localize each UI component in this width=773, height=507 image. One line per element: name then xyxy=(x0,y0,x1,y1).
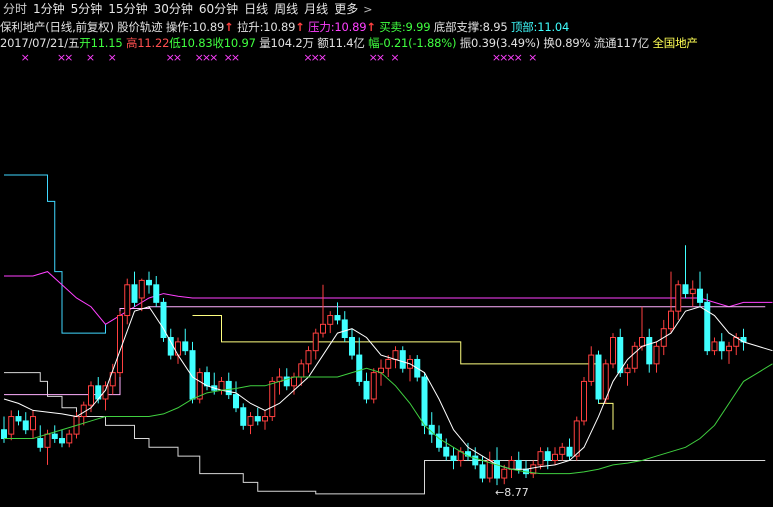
candle-body xyxy=(327,315,334,325)
candle-body xyxy=(544,451,551,461)
candle-body xyxy=(30,416,36,431)
candle-body xyxy=(537,451,544,466)
candle-body xyxy=(291,376,297,387)
candle-body xyxy=(44,433,51,448)
candle-body xyxy=(711,341,718,352)
candle-body xyxy=(66,433,73,444)
candle-body xyxy=(675,284,682,312)
low-price-annotation: ←8.77 xyxy=(495,486,529,499)
support-line xyxy=(4,372,766,495)
candle-body xyxy=(15,416,22,422)
candle-body xyxy=(508,459,515,470)
signal-marker: × xyxy=(514,51,523,64)
candle-body xyxy=(653,345,660,365)
candle-body xyxy=(175,341,181,356)
candle-body xyxy=(392,350,399,360)
candle-body xyxy=(631,345,638,369)
signal-marker: × xyxy=(64,51,73,64)
candle-body xyxy=(573,420,580,457)
signal-marker: × xyxy=(231,51,240,64)
candle-body xyxy=(131,284,138,303)
candle-body xyxy=(610,337,616,365)
candle-body xyxy=(682,284,689,295)
candle-body xyxy=(59,438,65,444)
candle-body xyxy=(341,319,348,339)
candle-body xyxy=(254,416,261,422)
candle-body xyxy=(262,416,268,422)
green-ma-line xyxy=(4,363,773,475)
candle-body xyxy=(349,337,355,356)
candle-body xyxy=(1,429,7,440)
candle-body xyxy=(298,363,305,378)
candle-body xyxy=(363,380,370,400)
candle-body xyxy=(305,350,312,365)
candle-body xyxy=(668,310,674,330)
candle-body xyxy=(385,358,392,369)
candle-body xyxy=(515,459,522,470)
signal-marker: × xyxy=(209,51,218,64)
candle-body xyxy=(479,464,486,479)
candle-body xyxy=(595,354,602,400)
signal-marker: × xyxy=(108,51,117,64)
candle-body xyxy=(588,354,595,382)
candle-body xyxy=(581,380,587,422)
candle-body xyxy=(501,468,508,479)
candle-body xyxy=(138,279,145,299)
candle-body xyxy=(204,372,210,387)
candle-body xyxy=(218,380,225,391)
candle-body xyxy=(689,288,696,295)
signal-marker: × xyxy=(318,51,327,64)
candle-body xyxy=(552,453,558,461)
candle-body xyxy=(494,459,500,479)
candle-body xyxy=(312,332,319,352)
candle-body xyxy=(225,380,232,396)
candle-body xyxy=(697,288,703,303)
signal-marker: × xyxy=(21,51,30,64)
candle-body xyxy=(566,446,573,457)
candle-body xyxy=(421,376,428,426)
signal-marker: × xyxy=(390,51,399,64)
candle-body xyxy=(646,337,653,365)
candle-body xyxy=(624,367,631,374)
candle-body xyxy=(370,372,377,400)
candle-body xyxy=(240,407,247,426)
candle-body xyxy=(334,315,341,321)
candle-body xyxy=(450,455,457,461)
candle-body xyxy=(559,446,566,455)
candle-body xyxy=(233,394,239,409)
candle-body xyxy=(247,416,254,426)
candle-body xyxy=(22,420,29,431)
candle-body xyxy=(726,345,732,352)
candle-body xyxy=(269,380,276,418)
cyan-trail-line xyxy=(4,174,106,334)
candle-body xyxy=(88,385,94,406)
candle-body xyxy=(51,433,58,440)
signal-marker: × xyxy=(376,51,385,64)
candle-body xyxy=(37,438,44,448)
candle-body xyxy=(639,337,645,347)
candle-body xyxy=(117,315,123,374)
candle-body xyxy=(443,446,450,457)
candle-body xyxy=(320,323,326,334)
candle-body xyxy=(718,341,725,352)
signal-marker: × xyxy=(173,51,182,64)
candle-body xyxy=(182,341,189,352)
candlestick-chart[interactable]: × ×× × × ×× ××× ×× ××× ×× × ×××× ×←8.77 xyxy=(0,0,773,507)
signal-marker: × xyxy=(528,51,537,64)
candle-body xyxy=(399,350,406,369)
candle-body xyxy=(146,279,152,286)
signal-marker: × xyxy=(86,51,95,64)
candle-body xyxy=(124,284,131,317)
candle-body xyxy=(8,416,15,435)
candle-body xyxy=(436,433,442,448)
candle-body xyxy=(356,354,363,382)
candle-body xyxy=(167,337,174,356)
candle-body xyxy=(153,284,160,303)
